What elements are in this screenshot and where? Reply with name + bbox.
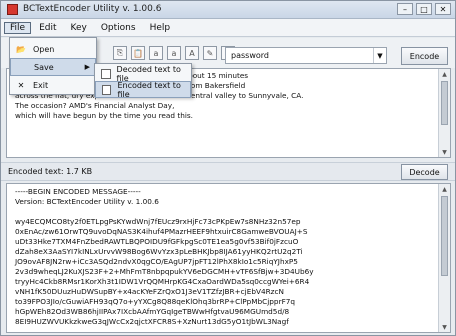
encryption-mode-select[interactable]: password ▼ — [225, 47, 387, 64]
text-icon[interactable]: a — [149, 46, 163, 60]
encoded-size-label: Encoded text: 1.7 KB — [8, 167, 93, 176]
encoded-status-bar: Encoded text: 1.7 KB — [1, 162, 455, 181]
scroll-up-icon[interactable]: ▲ — [439, 184, 450, 194]
encoded-text-area[interactable]: -----BEGIN ENCODED MESSAGE----- Version:… — [6, 183, 451, 333]
scroll-thumb[interactable] — [441, 196, 448, 276]
copy-icon[interactable]: ⎘ — [113, 46, 127, 60]
save-submenu: Decoded text to file Encoded text to fil… — [94, 63, 192, 99]
window-title: BCTextEncoder Utility v. 1.00.6 — [23, 4, 162, 14]
encoded-text: -----BEGIN ENCODED MESSAGE----- Version:… — [15, 187, 314, 326]
encode-button[interactable]: Encode — [401, 47, 448, 65]
menu-file[interactable]: File — [4, 21, 32, 34]
menu-key[interactable]: Key — [65, 22, 93, 34]
encoded-scrollbar[interactable]: ▲ ▼ — [438, 184, 450, 332]
scroll-down-icon[interactable]: ▼ — [439, 322, 450, 332]
text-icon-2[interactable]: a — [167, 46, 181, 60]
menu-open[interactable]: 📂 Open — [10, 40, 96, 58]
exit-icon: ✕ — [17, 80, 25, 90]
app-icon — [7, 4, 18, 15]
file-menu-dropdown: 📂 Open Save ▶ ✕ Exit — [9, 37, 97, 95]
menu-save-encoded[interactable]: Encoded text to file — [95, 80, 191, 99]
app-window: BCTextEncoder Utility v. 1.00.6 – □ ✕ Fi… — [0, 0, 456, 336]
chevron-down-icon[interactable]: ▼ — [373, 48, 386, 63]
submenu-arrow-icon: ▶ — [84, 63, 90, 71]
menu-options[interactable]: Options — [95, 22, 142, 34]
save-icon — [16, 61, 28, 73]
scroll-down-icon[interactable]: ▼ — [439, 147, 450, 157]
menu-bar: File Edit Key Options Help — [1, 19, 455, 37]
menu-exit[interactable]: ✕ Exit — [10, 76, 96, 94]
maximize-button[interactable]: □ — [416, 3, 432, 15]
menu-exit-label: Exit — [33, 80, 49, 90]
paste-icon[interactable]: 📋 — [131, 46, 145, 60]
scroll-thumb[interactable] — [441, 81, 448, 125]
close-button[interactable]: ✕ — [435, 3, 451, 15]
file-icon — [102, 84, 112, 95]
menu-save[interactable]: Save ▶ — [10, 58, 96, 76]
title-bar: BCTextEncoder Utility v. 1.00.6 – □ ✕ — [1, 1, 455, 19]
menu-save-encoded-label: Encoded text to file — [117, 80, 181, 99]
menu-help[interactable]: Help — [144, 22, 177, 34]
menu-save-label: Save — [34, 62, 54, 72]
minimize-button[interactable]: – — [397, 3, 413, 15]
file-icon — [101, 68, 111, 79]
menu-open-label: Open — [33, 44, 55, 54]
decoded-scrollbar[interactable]: ▲ ▼ — [438, 69, 450, 157]
font-icon[interactable]: A — [185, 46, 199, 60]
menu-edit[interactable]: Edit — [33, 22, 62, 34]
scroll-up-icon[interactable]: ▲ — [439, 69, 450, 79]
decode-button[interactable]: Decode — [401, 164, 448, 180]
clear-icon[interactable]: ✎ — [203, 46, 217, 60]
menu-save-decoded[interactable]: Decoded text to file — [95, 65, 191, 83]
open-icon: 📂 — [16, 44, 26, 54]
encryption-mode-value: password — [231, 51, 269, 60]
